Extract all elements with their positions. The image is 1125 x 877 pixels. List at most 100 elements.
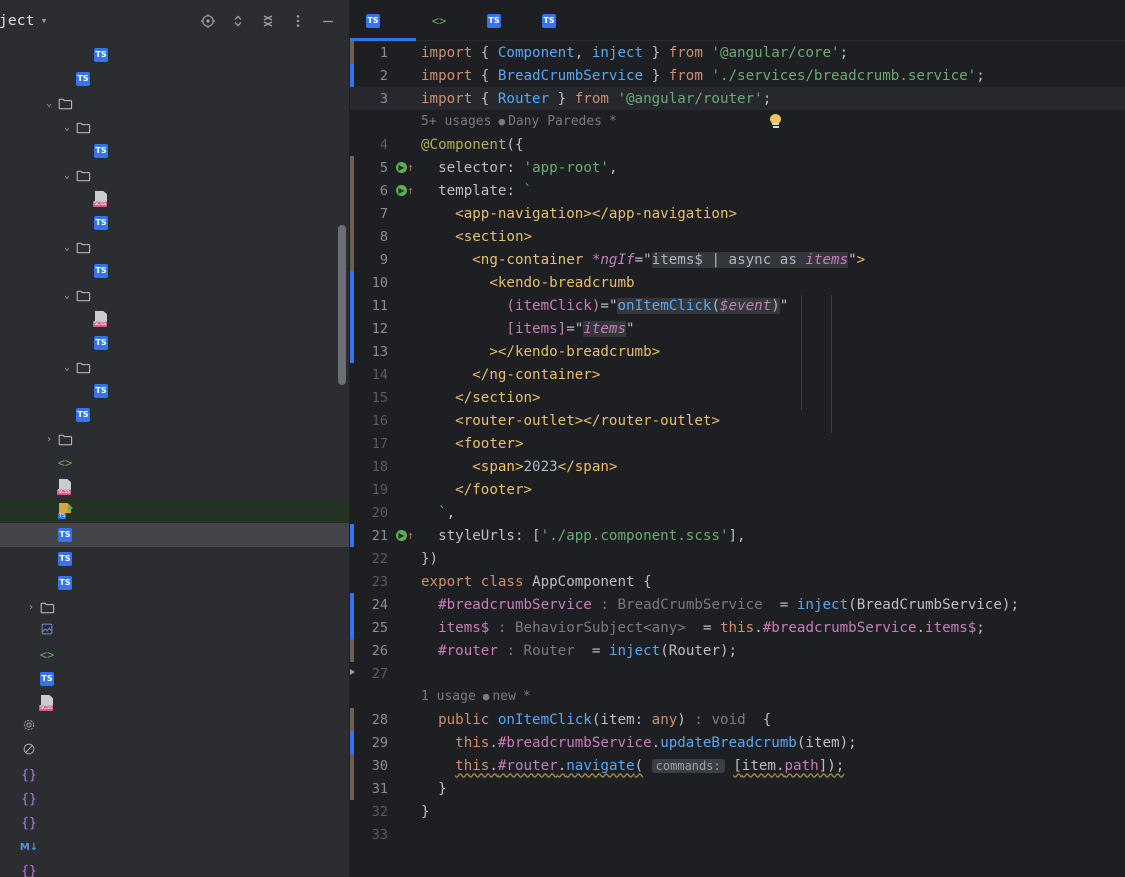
tree-item-angular-json[interactable]: {} [0, 763, 350, 787]
typescript-file-icon: TS [542, 14, 556, 28]
code-line-30[interactable]: 30 this.#router.navigate( commands: [ite… [350, 754, 1125, 777]
editor-tab-bar[interactable]: TS<>TSTS [350, 0, 1125, 41]
code-line-7[interactable]: 7 <app-navigation></app-navigation> [350, 202, 1125, 225]
tree-item-stats[interactable]: ⌄ [0, 283, 350, 307]
tree-item-teams-component-ts[interactable]: TS [0, 379, 350, 403]
chevron-down-icon[interactable]: ⌄ [60, 242, 74, 253]
editor-tab-app-component-ts[interactable]: TS [350, 0, 416, 41]
tree-item-assets[interactable]: › [0, 595, 350, 619]
project-file-tree[interactable]: TSTS⌄⌄TS⌄SCSSTS⌄TS⌄SCSSTS⌄TSTS›<>SCSSTST… [0, 41, 350, 877]
code-line-8[interactable]: 8 <section> [350, 225, 1125, 248]
collapse-all-icon[interactable] [260, 13, 276, 29]
tree-item--editorconfig[interactable] [0, 715, 350, 739]
tree-item-index-html[interactable]: <> [0, 643, 350, 667]
tree-item-app-routing-module-ts[interactable]: TS [0, 571, 350, 595]
chevron-down-icon[interactable]: ⌄ [60, 290, 74, 301]
editor-tab-team-component-ts[interactable]: TS [471, 0, 526, 41]
code-line-32[interactable]: 32} [350, 800, 1125, 823]
chevron-right-icon[interactable]: › [24, 602, 38, 613]
tree-item-favicon-ico[interactable] [0, 619, 350, 643]
code-line-9[interactable]: 9 <ng-container *ngIf="items$ | async as… [350, 248, 1125, 271]
code-line-15[interactable]: 15 </section> [350, 386, 1125, 409]
code-line-4[interactable]: 4@Component({ [350, 133, 1125, 156]
run-gutter-icon[interactable]: ▶↑ [396, 184, 414, 198]
usages-count[interactable]: 1 usage [421, 689, 476, 704]
code-line-10[interactable]: 10 <kendo-breadcrumb [350, 271, 1125, 294]
chevron-right-icon[interactable]: › [42, 434, 56, 445]
code-line-18[interactable]: 18 <span>2023</span> [350, 455, 1125, 478]
tree-item-services[interactable]: › [0, 427, 350, 451]
tree-item-home-component-ts[interactable]: TS [0, 211, 350, 235]
tree-item-app-component-html[interactable]: <> [0, 451, 350, 475]
run-gutter-icon[interactable]: ▶↑ [396, 529, 414, 543]
chevron-down-icon[interactable]: ⌄ [60, 122, 74, 133]
tree-item-home-component-scss[interactable]: SCSS [0, 187, 350, 211]
code-line-26[interactable]: 26 #router : Router = inject(Router); [350, 639, 1125, 662]
code-line-24[interactable]: 24 #breadcrumbService : BreadCrumbServic… [350, 593, 1125, 616]
code-vision-hint[interactable]: 5+ usages●Dany Paredes* [350, 110, 1125, 133]
tree-item-players[interactable]: ⌄ [0, 235, 350, 259]
code-line-27[interactable]: 27 [350, 662, 1125, 685]
code-line-1[interactable]: 1import { Component, inject } from '@ang… [350, 41, 1125, 64]
tree-item-players-component-ts[interactable]: TS [0, 259, 350, 283]
tree-item-styles-scss[interactable]: SCSS [0, 691, 350, 715]
code-line-19[interactable]: 19 </footer> [350, 478, 1125, 501]
code-editor[interactable]: 1import { Component, inject } from '@ang… [350, 41, 1125, 877]
tree-item-tsconfig-app-json[interactable]: {} [0, 859, 350, 877]
code-line-20[interactable]: 20 `, [350, 501, 1125, 524]
tree-item-stats-component-ts[interactable]: TS [0, 331, 350, 355]
code-line-29[interactable]: 29 this.#breadcrumbService.updateBreadcr… [350, 731, 1125, 754]
tree-item-index-ts[interactable]: TS [0, 403, 350, 427]
tree-item-about-component-ts[interactable]: TS [0, 139, 350, 163]
chevron-down-icon[interactable]: ▾ [41, 14, 48, 27]
code-line-16[interactable]: 16 <router-outlet></router-outlet> [350, 409, 1125, 432]
code-line-28[interactable]: 28 public onItemClick(item: any) : void … [350, 708, 1125, 731]
usages-count[interactable]: 5+ usages [421, 114, 491, 129]
code-line-2[interactable]: 2import { BreadCrumbService } from './se… [350, 64, 1125, 87]
tree-item-main-ts[interactable]: TS [0, 667, 350, 691]
tree-item-readme-md[interactable]: M↓ [0, 835, 350, 859]
hide-panel-icon[interactable] [320, 13, 336, 29]
code-line-22[interactable]: 22}) [350, 547, 1125, 570]
tree-item-teams[interactable]: ⌄ [0, 355, 350, 379]
tree-item-app-component-scss[interactable]: SCSS [0, 475, 350, 499]
run-gutter-icon[interactable]: ▶↑ [396, 161, 414, 175]
tree-item-stats-component-scss[interactable]: SCSS [0, 307, 350, 331]
code-line-31[interactable]: 31 } [350, 777, 1125, 800]
editor-tab-teams-component-ts[interactable]: TS [526, 0, 581, 41]
chevron-down-icon[interactable]: ⌄ [60, 362, 74, 373]
code-line-3[interactable]: 3import { Router } from '@angular/router… [350, 87, 1125, 110]
tree-item--gitignore[interactable] [0, 739, 350, 763]
tree-item-app-component-spec-ts[interactable]: TS [0, 499, 350, 523]
code-line-11[interactable]: 11 (itemClick)="onItemClick($event)" [350, 294, 1125, 317]
tree-item-about[interactable]: ⌄ [0, 115, 350, 139]
code-line-14[interactable]: 14 </ng-container> [350, 363, 1125, 386]
expand-collapse-icon[interactable] [230, 13, 246, 29]
tree-item-index-ts[interactable]: TS [0, 67, 350, 91]
chevron-down-icon[interactable]: ⌄ [60, 170, 74, 181]
more-options-icon[interactable] [290, 13, 306, 29]
code-line-33[interactable]: 33 [350, 823, 1125, 846]
tree-item-pages[interactable]: ⌄ [0, 91, 350, 115]
tree-item-app-module-ts[interactable]: TS [0, 547, 350, 571]
editor-tab-app-component-html[interactable]: <> [416, 0, 471, 41]
code-text: <ng-container *ngIf="items$ | async as i… [416, 252, 865, 268]
code-line-21[interactable]: 21▶↑ styleUrls: ['./app.component.scss']… [350, 524, 1125, 547]
code-line-13[interactable]: 13 ></kendo-breadcrumb> [350, 340, 1125, 363]
code-line-25[interactable]: 25 items$ : BehaviorSubject<any> = this.… [350, 616, 1125, 639]
tree-item-package-json[interactable]: {} [0, 787, 350, 811]
code-line-5[interactable]: 5▶↑ selector: 'app-root', [350, 156, 1125, 179]
tree-item-app-component-ts[interactable]: TS [0, 523, 350, 547]
code-line-12[interactable]: 12 [items]="items" [350, 317, 1125, 340]
code-line-6[interactable]: 6▶↑ template: ` [350, 179, 1125, 202]
code-line-17[interactable]: 17 <footer> [350, 432, 1125, 455]
sidebar-scrollbar[interactable] [338, 225, 346, 385]
tree-item-package-lock-json[interactable]: {} [0, 811, 350, 835]
intention-bulb-icon[interactable] [768, 114, 783, 129]
code-vision-hint[interactable]: 1 usage●new* [350, 685, 1125, 708]
tree-item-team-component-ts[interactable]: TS [0, 43, 350, 67]
locate-target-icon[interactable] [200, 13, 216, 29]
code-line-23[interactable]: 23export class AppComponent { [350, 570, 1125, 593]
tree-item-home[interactable]: ⌄ [0, 163, 350, 187]
chevron-down-icon[interactable]: ⌄ [42, 98, 56, 109]
